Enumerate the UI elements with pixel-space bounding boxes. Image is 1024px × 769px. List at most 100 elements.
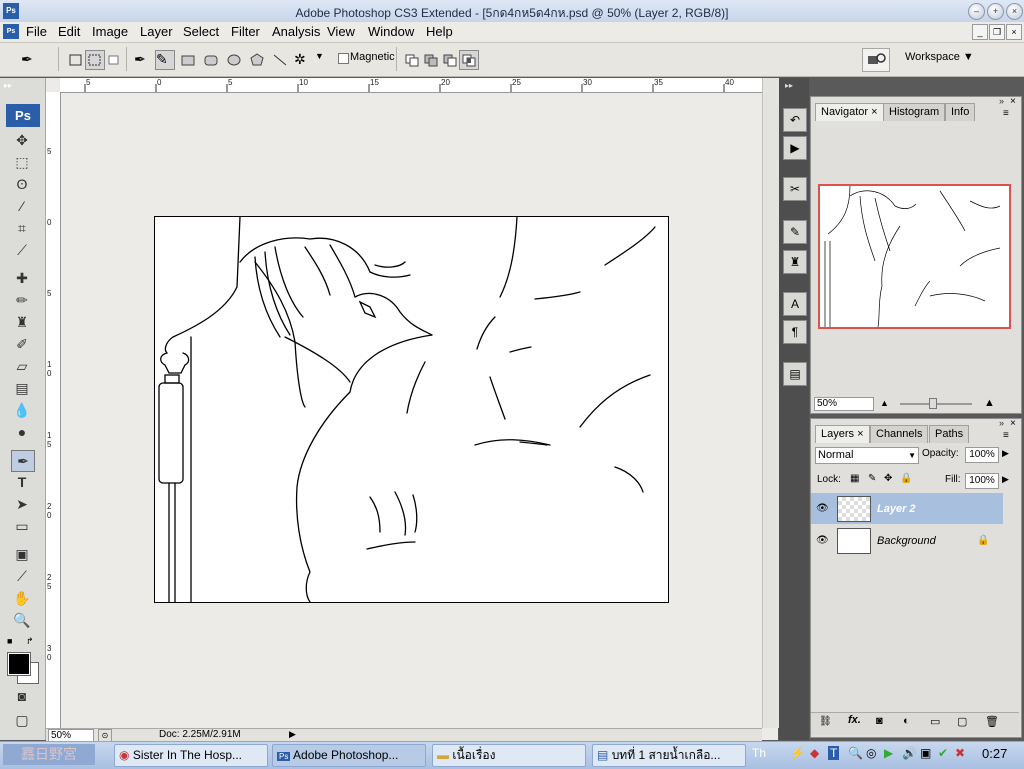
fill-pixels-icon[interactable] [104,50,124,70]
tray-nvidia-icon[interactable]: ▶ [884,746,893,760]
actions-panel-icon[interactable]: ▶ [783,136,807,160]
lasso-tool-icon[interactable]: ʘ [11,174,33,194]
clone-stamp-tool-icon[interactable]: ♜ [11,312,33,332]
hand-tool-icon[interactable]: ✋ [11,588,33,608]
doc-minimize-icon[interactable]: _ [972,24,988,40]
healing-brush-tool-icon[interactable]: ✚ [11,268,33,288]
fill-arrow-icon[interactable]: ▶ [1002,474,1009,485]
menu-view[interactable]: View [327,24,355,39]
tab-info[interactable]: Info [945,103,976,121]
tray-check-icon[interactable]: ✔ [938,746,948,760]
pen-tool-preset-icon[interactable]: ✒ [20,50,40,70]
dodge-tool-icon[interactable]: ● [11,422,33,442]
tray-search-icon[interactable]: 🔍 [848,746,863,760]
tray-update-icon[interactable]: ✖ [955,746,965,760]
zoom-slider-thumb[interactable] [929,398,937,409]
layer-mask-icon[interactable]: ◙ [876,715,883,727]
restore-icon[interactable]: + [987,3,1004,20]
tool-presets-panel-icon[interactable]: ✂ [783,177,807,201]
menu-analysis[interactable]: Analysis [272,24,320,39]
lock-pixels-icon[interactable]: ✎ [868,473,876,484]
task-browser[interactable]: ◉ Sister In The Hosp... [114,744,268,767]
paragraph-panel-icon[interactable]: ¶ [783,320,807,344]
new-layer-icon[interactable]: ▢ [957,715,967,728]
freeform-pen-icon[interactable]: ✎ [155,50,175,70]
doc-close-icon[interactable]: × [1006,24,1022,40]
eraser-tool-icon[interactable]: ▱ [11,356,33,376]
panel-collapse-icon[interactable]: » [999,418,1004,428]
close-icon[interactable]: × [1006,3,1023,20]
visibility-eye-icon[interactable]: 👁 [816,535,830,547]
gradient-tool-icon[interactable]: ▤ [11,378,33,398]
opacity-arrow-icon[interactable]: ▶ [1002,448,1009,459]
tab-navigator[interactable]: Navigator × [815,103,884,121]
document-ps-icon[interactable]: Ps [3,24,19,39]
tray-network-icon[interactable]: ▣ [920,746,931,760]
status-arrow-icon[interactable]: ▶ [289,729,296,740]
clone-source-panel-icon[interactable]: ♜ [783,250,807,274]
intersect-shape-area-icon[interactable] [459,50,479,70]
go-to-bridge-icon[interactable] [862,48,890,72]
custom-shape-icon[interactable]: ✲ [293,50,313,70]
menu-image[interactable]: Image [92,24,128,39]
magnetic-checkbox[interactable] [338,53,349,64]
layer-style-icon[interactable]: fx. [848,714,861,726]
tray-volume-icon[interactable]: 🔊 [902,746,917,760]
ellipse-shape-icon[interactable] [224,50,244,70]
dock-grip-icon[interactable]: ▸▸ [785,81,793,90]
task-photoshop[interactable]: Ps Adobe Photoshop... [272,744,426,767]
menu-help[interactable]: Help [426,24,453,39]
marquee-tool-icon[interactable]: ⬚ [11,152,33,172]
task-document[interactable]: ▤ บทที่ 1 สายน้ำเกลือ... [592,744,746,767]
polygon-shape-icon[interactable] [247,50,267,70]
rectangle-shape-icon[interactable] [178,50,198,70]
magic-wand-tool-icon[interactable]: ⁄ [11,196,33,216]
eyedropper-tool-icon[interactable]: ⟋ [11,566,33,586]
doc-restore-icon[interactable]: ❐ [989,24,1005,40]
tab-histogram[interactable]: Histogram [883,103,946,121]
document-canvas[interactable] [154,216,669,603]
history-panel-icon[interactable]: ↶ [783,108,807,132]
notes-tool-icon[interactable]: ▣ [11,544,33,564]
new-shape-layer-icon[interactable] [402,50,422,70]
brush-tool-icon[interactable]: ✏ [11,290,33,310]
workspace-menu[interactable]: Workspace ▼ [905,51,974,63]
quick-mask-icon[interactable]: ◙ [11,686,33,706]
menu-window[interactable]: Window [368,24,414,39]
zoom-out-icon[interactable]: ▲ [880,398,889,408]
type-tool-icon[interactable]: T [11,472,33,492]
tab-paths[interactable]: Paths [929,425,970,443]
toolbox-grip-icon[interactable]: ▸▸ [4,81,12,90]
panel-close-icon[interactable]: × [1010,96,1016,107]
add-to-shape-area-icon[interactable] [421,50,441,70]
taskbar-overflow-icon[interactable]: Th [752,746,766,760]
pen-tool-icon[interactable]: ✒ [133,50,153,70]
lock-all-icon[interactable]: 🔒 [900,473,912,484]
navigator-zoom-field[interactable]: 50% [814,397,874,411]
history-brush-tool-icon[interactable]: ✐ [11,334,33,354]
panel-close-icon[interactable]: × [1010,418,1016,429]
minimize-icon[interactable]: – [968,3,985,20]
brushes-panel-icon[interactable]: ✎ [783,220,807,244]
menu-filter[interactable]: Filter [231,24,260,39]
navigator-preview[interactable] [818,184,1011,329]
layer-name[interactable]: Layer 2 [877,503,916,515]
paths-mode-icon[interactable] [85,50,105,70]
visibility-eye-icon[interactable]: 👁 [816,503,830,515]
lock-transparency-icon[interactable]: ▦ [850,473,859,484]
tray-app-icon[interactable]: ◎ [866,746,876,760]
character-panel-icon[interactable]: A [783,292,807,316]
fill-field[interactable]: 100% [965,473,999,489]
default-colors-icon[interactable]: ■ [7,636,12,646]
rounded-rectangle-icon[interactable] [201,50,221,70]
start-button[interactable]: 䨺日野宮 [3,744,95,765]
tray-t-icon[interactable]: T [828,746,840,760]
task-folder[interactable]: ▬ เนื้อเรื่อง [432,744,586,767]
delete-layer-icon[interactable]: 🗑 [985,715,999,728]
layer-comps-panel-icon[interactable]: ▤ [783,362,807,386]
link-layers-icon[interactable]: ⛓ [819,716,832,727]
vertical-scrollbar[interactable] [762,78,779,728]
zoom-tool-icon[interactable]: 🔍 [11,610,33,630]
tab-channels[interactable]: Channels [870,425,929,443]
shape-layers-icon[interactable] [66,50,86,70]
